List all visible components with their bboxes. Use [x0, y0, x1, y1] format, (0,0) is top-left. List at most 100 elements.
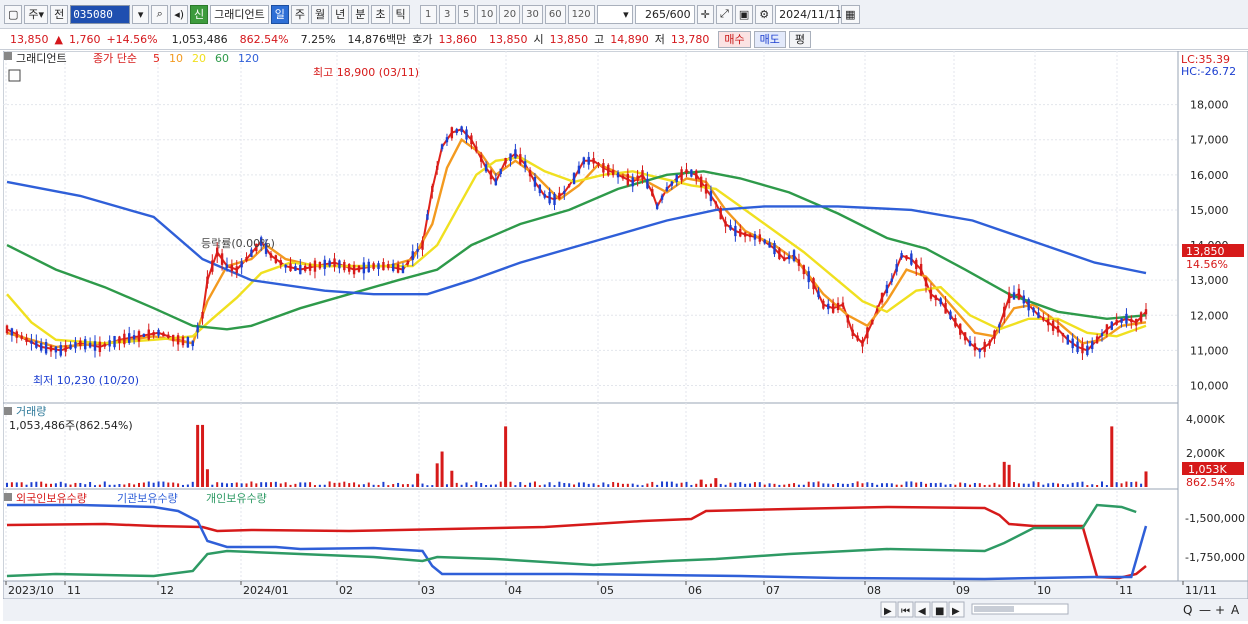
candle-body [822, 300, 825, 309]
volume-bar [739, 482, 742, 487]
eval-button[interactable]: 평 [788, 30, 812, 48]
data-count-field[interactable]: 265/600 [634, 4, 695, 24]
interval-tab-120[interactable]: 120 [567, 4, 595, 24]
period-tab-1[interactable]: 주 [290, 4, 309, 24]
window-icon[interactable]: ▢ [4, 4, 23, 24]
zoom-control-2[interactable]: + [1215, 603, 1225, 617]
candle-body [137, 331, 141, 342]
candle-body [416, 248, 419, 252]
volume-spike-bar [714, 478, 718, 487]
candle-body [196, 326, 199, 333]
volume-bar [260, 482, 263, 487]
price-tick-16000: 16,000 [1190, 169, 1229, 182]
volume-bar [988, 484, 991, 487]
calendar-icon[interactable]: ▦ [841, 4, 860, 24]
interval-tab-20[interactable]: 20 [499, 4, 521, 24]
volume-spike-bar [504, 426, 508, 487]
speaker-icon[interactable]: ◂) [170, 4, 189, 24]
candle-body [807, 271, 810, 283]
volume-spike-bar [416, 473, 420, 487]
volume-bar [98, 484, 101, 487]
candle-body [460, 126, 463, 133]
volume-spike-bar [450, 470, 454, 487]
period-tab-5[interactable]: 초 [371, 4, 390, 24]
zoom-control-1[interactable]: — [1199, 603, 1211, 617]
candle-body [616, 172, 620, 178]
candle-body [1130, 318, 1133, 323]
candle-body [714, 201, 718, 205]
interval-tab-60[interactable]: 60 [544, 4, 566, 24]
volume-bar [553, 485, 556, 487]
market-select[interactable]: 주 ▾ [24, 4, 49, 24]
interval-tab-30[interactable]: 30 [522, 4, 543, 24]
candle-body [690, 169, 693, 177]
last-price-text: 13,850 [1186, 245, 1225, 258]
volume-bar [54, 483, 57, 487]
code-dropdown-icon[interactable]: ▾ [132, 4, 150, 24]
candle-body [636, 175, 639, 182]
stock-code-input[interactable]: 035080 [70, 4, 131, 24]
date-field[interactable]: 2024/11/11 [775, 4, 843, 24]
period-tab-0[interactable]: 일 [270, 4, 289, 24]
gear-icon[interactable]: ⚙ [755, 4, 774, 24]
x-tick-label: 04 [508, 584, 522, 597]
volume-bar [1091, 484, 1094, 487]
interval-tab-10[interactable]: 10 [476, 4, 498, 24]
candle-body [724, 221, 727, 227]
last-volume-text: 1,053K [1188, 463, 1227, 476]
interval-tab-5[interactable]: 5 [457, 4, 475, 24]
candle-body [763, 239, 766, 244]
volume-bar [157, 481, 160, 487]
search-icon[interactable]: ⌕ [151, 4, 169, 24]
period-tab-3[interactable]: 년 [331, 4, 350, 24]
candle-body [88, 342, 92, 348]
count-total: /600 [665, 7, 691, 21]
volume-bar [431, 485, 434, 487]
volume-bar [304, 482, 307, 487]
ma-legend-5: 5 [153, 52, 160, 65]
volume-bar [881, 483, 884, 487]
volume-bar [1076, 482, 1079, 487]
chart-area[interactable]: 10,00011,00012,00013,00014,00015,00016,0… [2, 50, 1248, 621]
volume-bar [362, 484, 365, 487]
candle-body [1066, 335, 1069, 345]
buy-button[interactable]: 매수 [718, 30, 751, 48]
ma-legend-20: 20 [192, 52, 206, 65]
zoom-control-3[interactable]: A [1231, 603, 1240, 617]
volume-bar [665, 481, 668, 487]
candle-body [934, 295, 937, 301]
period-tab-2[interactable]: 월 [311, 4, 330, 24]
volume-bar [1140, 483, 1143, 487]
crosshair-icon[interactable]: ✛ [696, 4, 714, 24]
volume-bar [225, 483, 228, 487]
volume-bar [592, 483, 595, 487]
volume-bar [533, 481, 536, 487]
zoom-control-0[interactable]: Q [1183, 603, 1192, 617]
candle-body [577, 165, 581, 174]
sell-button[interactable]: 매도 [753, 30, 786, 48]
volume-bar [846, 483, 849, 487]
holding-menu-icon[interactable] [4, 493, 12, 501]
volume-bar [84, 484, 87, 487]
period-tab-4[interactable]: 분 [351, 4, 370, 24]
volume-bar [621, 483, 624, 487]
period-tab-6[interactable]: 틱 [391, 4, 410, 24]
interval-dropdown[interactable]: ▾ [596, 4, 633, 24]
interval-tab-3[interactable]: 3 [438, 4, 456, 24]
volume-bar [1013, 481, 1016, 487]
candle-body [866, 327, 869, 339]
volume-menu-icon[interactable] [4, 407, 12, 415]
table-toggle-icon[interactable] [8, 69, 21, 82]
prev-button[interactable]: 전 [50, 4, 69, 24]
scroll-thumb[interactable] [974, 606, 1014, 612]
holding-tick-1500000: -1,500,000 [1185, 512, 1245, 525]
draw-icon[interactable]: ⤢ [715, 4, 733, 24]
save-icon[interactable]: ▣ [734, 4, 754, 24]
volume-spike-bar [1007, 464, 1011, 487]
volume-bar [1086, 485, 1089, 487]
volume-bar [797, 484, 800, 487]
volume-bar [421, 483, 424, 487]
candle-body [748, 234, 752, 238]
panel-menu-icon[interactable] [4, 52, 12, 60]
interval-tab-1[interactable]: 1 [419, 4, 437, 24]
